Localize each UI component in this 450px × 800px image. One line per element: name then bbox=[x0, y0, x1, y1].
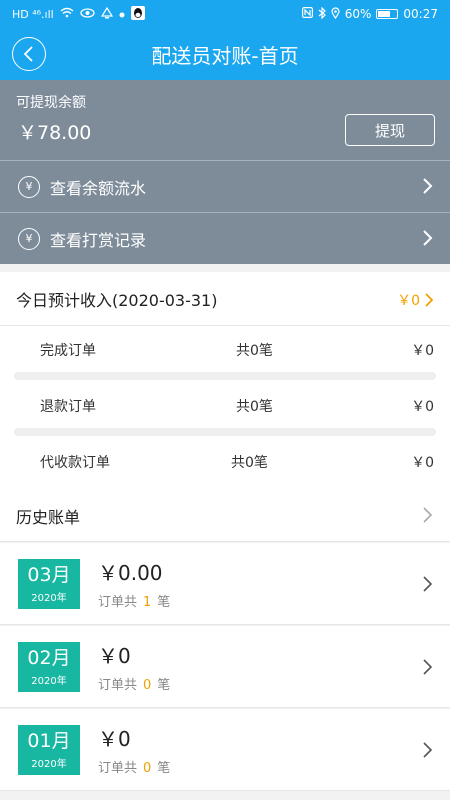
balance-value: ￥78.00 bbox=[18, 122, 92, 144]
nav-bar: 配送员对账-首页 bbox=[0, 28, 450, 80]
chevron-left-icon bbox=[23, 46, 33, 62]
row-divider bbox=[14, 428, 436, 436]
today-income-title: 今日预计收入(2020-03-31) bbox=[16, 290, 218, 310]
bluetooth-icon bbox=[318, 6, 326, 22]
order-row-completed: 完成订单 共0笔 ￥0 bbox=[0, 328, 450, 372]
notification-icon bbox=[100, 6, 113, 22]
chevron-right-icon bbox=[423, 659, 433, 675]
orders-prefix: 订单共 bbox=[98, 595, 138, 610]
history-bills-header[interactable]: 历史账单 bbox=[0, 490, 450, 542]
month-badge: 02月 2020年 bbox=[18, 642, 80, 692]
today-income-total: ￥0 bbox=[397, 290, 434, 310]
orders-suffix: 笔 bbox=[157, 678, 171, 693]
month-order-summary: 订单共 0 笔 bbox=[98, 674, 170, 693]
chevron-right-icon bbox=[423, 742, 433, 758]
balance-label: 可提现余额 bbox=[16, 95, 86, 111]
withdraw-button[interactable]: 提现 bbox=[345, 114, 435, 146]
order-name: 完成订单 bbox=[40, 343, 96, 359]
order-row-refund: 退款订单 共0笔 ￥0 bbox=[0, 384, 450, 428]
month-order-summary: 订单共 1 笔 bbox=[98, 591, 170, 610]
eye-icon bbox=[80, 7, 95, 21]
chevron-right-icon bbox=[423, 576, 433, 592]
yen-circle-icon: ¥ bbox=[18, 227, 40, 250]
month-label: 01月 bbox=[27, 730, 71, 752]
month-bill-row[interactable]: 03月 2020年 ￥0.00 订单共 1 笔 bbox=[0, 543, 450, 625]
menu-item-label: 查看打赏记录 bbox=[50, 230, 147, 250]
yen-circle-icon: ¥ bbox=[18, 175, 40, 198]
wifi-icon bbox=[60, 7, 74, 21]
month-label: 03月 bbox=[27, 564, 71, 586]
history-bills-title: 历史账单 bbox=[16, 507, 81, 527]
month-amount: ￥0 bbox=[98, 727, 131, 751]
month-year: 2020年 bbox=[31, 593, 67, 604]
order-count: 共0笔 bbox=[231, 455, 268, 471]
nfc-icon bbox=[301, 7, 313, 21]
order-amount: ￥0 bbox=[411, 399, 434, 415]
menu-item-reward-records[interactable]: ¥ 查看打赏记录 bbox=[0, 212, 450, 264]
battery-percent: 60% bbox=[344, 7, 372, 21]
status-right: 60% 00:27 bbox=[301, 6, 438, 22]
month-label: 02月 bbox=[27, 647, 71, 669]
month-amount: ￥0 bbox=[98, 644, 131, 668]
order-count: 共0笔 bbox=[236, 343, 273, 359]
month-bill-row[interactable]: 01月 2020年 ￥0 订单共 0 笔 bbox=[0, 709, 450, 791]
page-title: 配送员对账-首页 bbox=[151, 43, 299, 68]
orders-suffix: 笔 bbox=[157, 761, 171, 776]
menu-item-label: 查看余额流水 bbox=[50, 178, 147, 198]
today-income-amount: ￥0 bbox=[397, 293, 420, 309]
order-amount: ￥0 bbox=[411, 455, 434, 471]
orders-prefix: 订单共 bbox=[98, 761, 138, 776]
status-left: HD ⁴⁶.ıll bbox=[12, 5, 145, 23]
month-year: 2020年 bbox=[31, 676, 67, 687]
month-amount: ￥0.00 bbox=[98, 561, 163, 585]
location-icon bbox=[331, 6, 340, 22]
month-year: 2020年 bbox=[31, 759, 67, 770]
order-name: 代收款订单 bbox=[40, 455, 110, 471]
month-order-summary: 订单共 0 笔 bbox=[98, 757, 170, 776]
status-bar: HD ⁴⁶.ıll 60% 00:27 bbox=[0, 0, 450, 28]
order-name: 退款订单 bbox=[40, 399, 96, 415]
orders-count: 0 bbox=[143, 678, 152, 693]
chevron-right-icon bbox=[423, 230, 433, 246]
dot-icon bbox=[119, 7, 125, 21]
signal-icon: HD ⁴⁶.ıll bbox=[12, 7, 54, 21]
orders-count: 0 bbox=[143, 761, 152, 776]
orders-prefix: 订单共 bbox=[98, 678, 138, 693]
month-badge: 03月 2020年 bbox=[18, 559, 80, 609]
month-bill-row[interactable]: 02月 2020年 ￥0 订单共 0 笔 bbox=[0, 626, 450, 708]
clock-time: 00:27 bbox=[403, 7, 438, 21]
orders-count: 1 bbox=[143, 595, 152, 610]
order-count: 共0笔 bbox=[236, 399, 273, 415]
chevron-right-icon bbox=[423, 507, 433, 523]
today-income-header[interactable]: 今日预计收入(2020-03-31) ￥0 bbox=[0, 272, 450, 326]
menu-item-balance-flow[interactable]: ¥ 查看余额流水 bbox=[0, 160, 450, 212]
back-button[interactable] bbox=[12, 37, 46, 71]
order-row-cod: 代收款订单 共0笔 ￥0 bbox=[0, 440, 450, 484]
row-divider bbox=[14, 372, 436, 380]
month-badge: 01月 2020年 bbox=[18, 725, 80, 775]
chevron-right-icon bbox=[425, 293, 434, 307]
today-income-section: 今日预计收入(2020-03-31) ￥0 完成订单 共0笔 ￥0 退款订单 共… bbox=[0, 272, 450, 490]
order-amount: ￥0 bbox=[411, 343, 434, 359]
qq-icon bbox=[130, 5, 145, 23]
balance-card: 可提现余额 ￥78.00 提现 bbox=[0, 80, 450, 160]
chevron-right-icon bbox=[423, 178, 433, 194]
battery-icon bbox=[376, 9, 399, 19]
orders-suffix: 笔 bbox=[157, 595, 171, 610]
